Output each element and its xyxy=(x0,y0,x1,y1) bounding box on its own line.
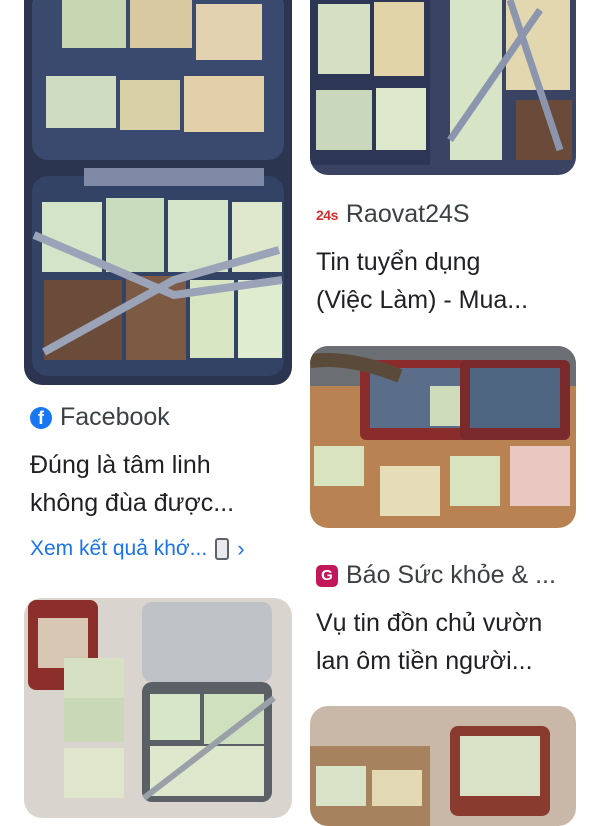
result-title-raovat24s[interactable]: Tin tuyển dụng (Việc Làm) - Mua... xyxy=(316,243,576,319)
phone-icon xyxy=(215,538,230,560)
result-source-raovat24s[interactable]: 24s Raovat24S xyxy=(316,200,470,229)
see-matching-results-link[interactable]: Xem kết quả khớ... › xyxy=(30,536,245,562)
title-line: Tin tuyển dụng xyxy=(316,248,481,276)
source-name: Báo Sức khỏe & ... xyxy=(346,561,556,589)
title-line: không đùa được... xyxy=(30,489,235,517)
result-source-bao-suc-khoe[interactable]: G Báo Sức khỏe & ... xyxy=(316,561,556,590)
open-suitcase-image xyxy=(24,598,292,818)
raovat24s-icon: 24s xyxy=(316,206,338,223)
suitcase-image-2 xyxy=(310,0,576,175)
result-source-facebook[interactable]: f Facebook xyxy=(30,403,170,432)
suitcase-image xyxy=(24,0,292,385)
bao-suc-khoe-icon: G xyxy=(316,564,338,587)
title-line: Vụ tin đồn chủ vườn xyxy=(316,609,543,637)
source-name: Facebook xyxy=(60,403,170,431)
result-image-money-boxes[interactable] xyxy=(310,706,576,826)
money-boxes-image xyxy=(310,706,576,826)
result-image-suitcase-money-2[interactable] xyxy=(310,0,576,175)
title-line: (Việc Làm) - Mua... xyxy=(316,286,529,314)
source-name: Raovat24S xyxy=(345,200,470,228)
result-image-suitcase-money[interactable] xyxy=(24,0,292,385)
more-link-label: Xem kết quả khớ... xyxy=(30,537,208,560)
result-image-open-suitcase[interactable] xyxy=(24,598,292,818)
result-image-money-table[interactable] xyxy=(310,346,576,528)
facebook-icon: f xyxy=(30,406,52,429)
chevron-right-icon: › xyxy=(237,536,245,561)
title-line: Đúng là tâm linh xyxy=(30,451,211,479)
money-table-image xyxy=(310,346,576,528)
title-line: lan ôm tiền người... xyxy=(316,647,533,675)
result-title-facebook[interactable]: Đúng là tâm linh không đùa được... xyxy=(30,446,290,522)
result-title-bao-suc-khoe[interactable]: Vụ tin đồn chủ vườn lan ôm tiền người... xyxy=(316,604,576,680)
